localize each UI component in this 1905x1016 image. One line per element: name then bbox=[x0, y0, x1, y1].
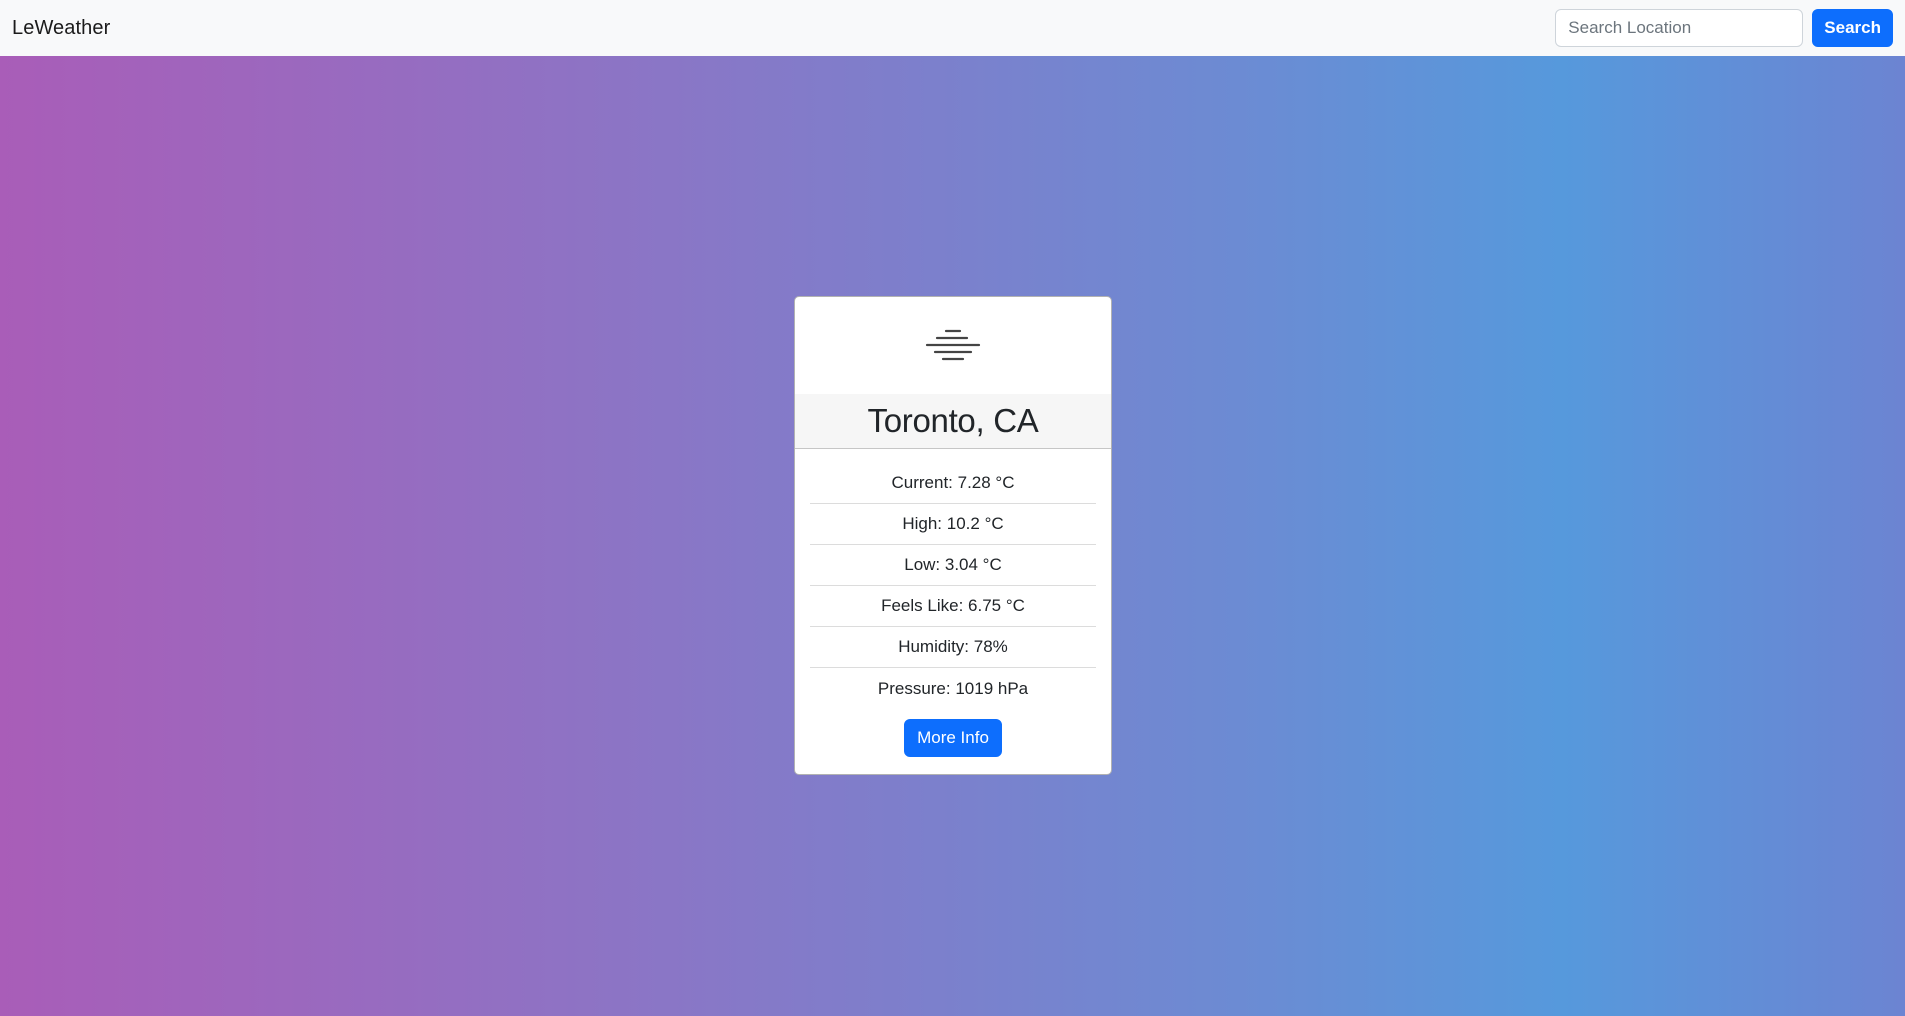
stat-low-temp: Low: 3.04 °C bbox=[810, 545, 1096, 586]
weather-icon-area bbox=[795, 297, 1111, 394]
stat-feels-like: Feels Like: 6.75 °C bbox=[810, 586, 1096, 627]
weather-stats-list: Current: 7.28 °C High: 10.2 °C Low: 3.04… bbox=[795, 449, 1111, 709]
stat-pressure: Pressure: 1019 hPa bbox=[877, 678, 1029, 698]
stat-current-temp: Current: 7.28 °C bbox=[810, 449, 1096, 504]
search-form: Search bbox=[1555, 9, 1893, 47]
mist-icon bbox=[925, 329, 981, 360]
app-brand[interactable]: LeWeather bbox=[12, 17, 110, 40]
card-header: Toronto, CA bbox=[795, 394, 1111, 449]
stat-high-temp: High: 10.2 °C bbox=[810, 504, 1096, 545]
more-info-button[interactable]: More Info bbox=[904, 719, 1002, 757]
weather-card: Toronto, CA Current: 7.28 °C High: 10.2 … bbox=[794, 296, 1112, 775]
location-title: Toronto, CA bbox=[867, 402, 1039, 439]
search-button[interactable]: Search bbox=[1812, 9, 1893, 47]
card-footer: More Info bbox=[795, 709, 1111, 757]
navbar: LeWeather Search bbox=[0, 0, 1905, 56]
search-input[interactable] bbox=[1555, 9, 1804, 47]
stat-humidity: Humidity: 78% bbox=[810, 627, 1096, 668]
